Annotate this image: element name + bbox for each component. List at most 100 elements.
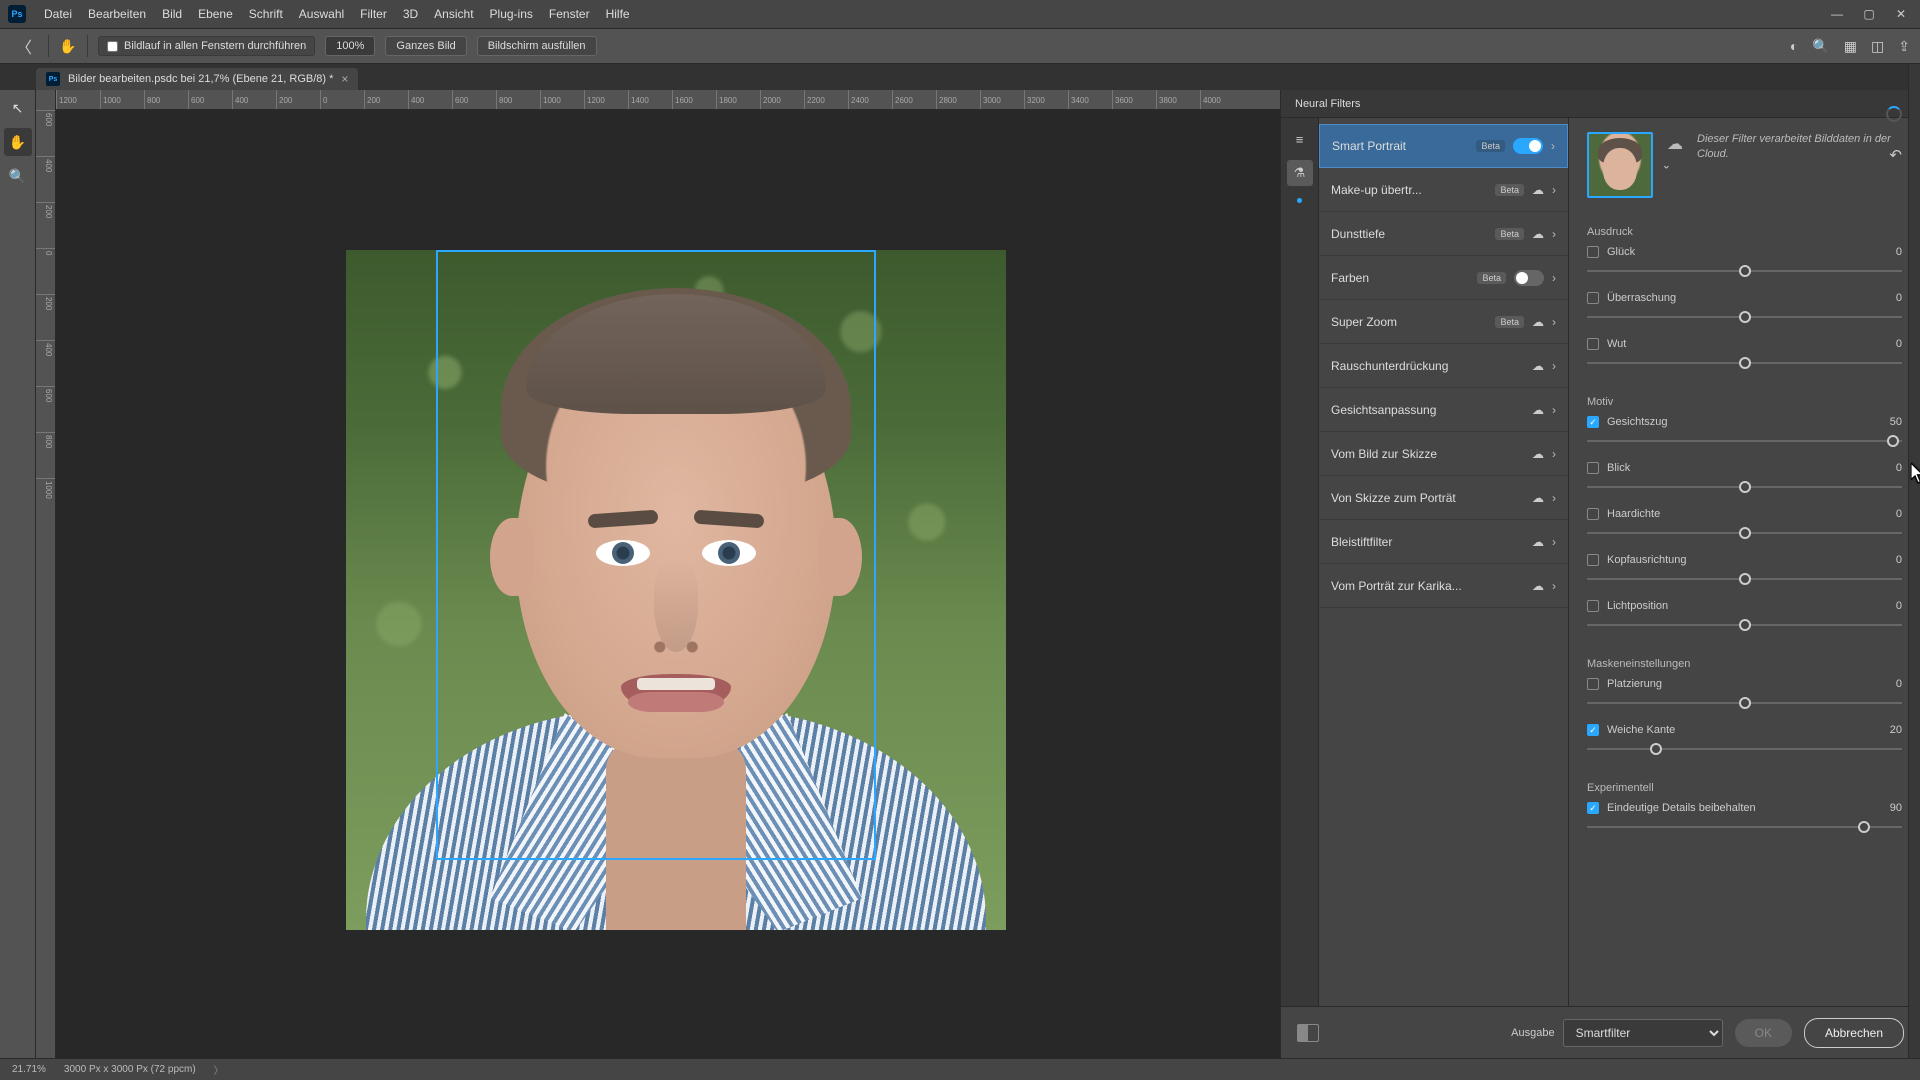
hand-tool-icon[interactable]: ✋ [59, 37, 77, 55]
menu-ebene[interactable]: Ebene [190, 7, 241, 21]
slider-checkbox[interactable] [1587, 246, 1599, 258]
face-dropdown-icon[interactable]: ⌄ [1662, 159, 1671, 172]
menu-plugins[interactable]: Plug-ins [482, 7, 541, 21]
scroll-all-checkbox[interactable]: Bildlauf in allen Fenstern durchführen [98, 36, 315, 56]
reset-button[interactable]: ↶ [1889, 146, 1902, 164]
slider-track[interactable] [1587, 526, 1902, 540]
filter-row-4[interactable]: Super ZoomBeta☁› [1319, 300, 1568, 344]
slider-track[interactable] [1587, 480, 1902, 494]
ruler-vertical[interactable]: 60040020002004006008001000 [36, 110, 56, 1058]
filter-row-0[interactable]: Smart PortraitBeta› [1319, 124, 1568, 168]
slider-value[interactable]: 50 [1890, 416, 1902, 428]
slider-value[interactable]: 0 [1896, 292, 1902, 304]
download-icon[interactable]: ☁ [1532, 227, 1544, 241]
preview-toggle[interactable] [1297, 1024, 1319, 1042]
search-icon[interactable]: 🔍 [1812, 38, 1829, 55]
slider-track[interactable] [1587, 310, 1902, 324]
canvas[interactable] [56, 110, 1280, 1058]
slider-value[interactable]: 20 [1890, 724, 1902, 736]
slider-value[interactable]: 0 [1896, 246, 1902, 258]
slider-track[interactable] [1587, 264, 1902, 278]
download-icon[interactable]: ☁ [1532, 535, 1544, 549]
slider-value[interactable]: 0 [1896, 554, 1902, 566]
slider-thumb[interactable] [1739, 619, 1751, 631]
menu-auswahl[interactable]: Auswahl [291, 7, 352, 21]
filter-toggle[interactable] [1513, 138, 1543, 154]
filter-row-7[interactable]: Vom Bild zur Skizze☁› [1319, 432, 1568, 476]
download-icon[interactable]: ☁ [1532, 359, 1544, 373]
zoom-field[interactable]: 100% [325, 36, 375, 56]
tool-zoom[interactable]: 🔍 [4, 162, 32, 190]
tool-move[interactable]: ↖ [4, 94, 32, 122]
slider-thumb[interactable] [1739, 311, 1751, 323]
slider-thumb[interactable] [1739, 265, 1751, 277]
minimize-button[interactable]: — [1826, 7, 1848, 21]
slider-checkbox[interactable] [1587, 600, 1599, 612]
slider-track[interactable] [1587, 820, 1902, 834]
slider-thumb[interactable] [1887, 435, 1899, 447]
menu-filter[interactable]: Filter [352, 7, 395, 21]
slider-value[interactable]: 0 [1896, 508, 1902, 520]
filter-toggle[interactable] [1514, 270, 1544, 286]
slider-value[interactable]: 0 [1896, 600, 1902, 612]
fit-screen-button[interactable]: Ganzes Bild [385, 36, 466, 56]
slider-thumb[interactable] [1739, 573, 1751, 585]
workspace-icon[interactable]: ▦ [1844, 38, 1857, 55]
download-icon[interactable]: ☁ [1532, 403, 1544, 417]
fill-screen-button[interactable]: Bildschirm ausfüllen [477, 36, 597, 56]
slider-value[interactable]: 0 [1896, 678, 1902, 690]
menu-bild[interactable]: Bild [154, 7, 190, 21]
slider-checkbox[interactable]: ✓ [1587, 416, 1599, 428]
tab-featured[interactable]: ≡ [1287, 126, 1313, 152]
maximize-button[interactable]: ▢ [1858, 7, 1880, 21]
slider-checkbox[interactable] [1587, 678, 1599, 690]
slider-checkbox[interactable]: ✓ [1587, 724, 1599, 736]
menu-ansicht[interactable]: Ansicht [426, 7, 481, 21]
filter-row-2[interactable]: DunsttiefeBeta☁› [1319, 212, 1568, 256]
slider-checkbox[interactable] [1587, 554, 1599, 566]
download-icon[interactable]: ☁ [1532, 579, 1544, 593]
menu-3d[interactable]: 3D [395, 7, 426, 21]
status-zoom[interactable]: 21.71% [12, 1064, 46, 1075]
slider-thumb[interactable] [1858, 821, 1870, 833]
slider-checkbox[interactable]: ✓ [1587, 802, 1599, 814]
ruler-origin[interactable] [36, 90, 56, 110]
slider-track[interactable] [1587, 356, 1902, 370]
download-icon[interactable]: ☁ [1532, 183, 1544, 197]
face-thumbnail[interactable] [1587, 132, 1653, 198]
filter-row-8[interactable]: Von Skizze zum Porträt☁› [1319, 476, 1568, 520]
filter-row-3[interactable]: FarbenBeta› [1319, 256, 1568, 300]
download-icon[interactable]: ☁ [1532, 447, 1544, 461]
close-button[interactable]: ✕ [1890, 7, 1912, 21]
slider-checkbox[interactable] [1587, 338, 1599, 350]
menu-bearbeiten[interactable]: Bearbeiten [80, 7, 154, 21]
document-tab[interactable]: Ps Bilder bearbeiten.psdc bei 21,7% (Ebe… [36, 68, 358, 90]
menu-fenster[interactable]: Fenster [541, 7, 598, 21]
slider-track[interactable] [1587, 572, 1902, 586]
ruler-horizontal[interactable]: 1200100080060040020002004006008001000120… [56, 90, 1280, 110]
filter-row-1[interactable]: Make-up übertr...Beta☁› [1319, 168, 1568, 212]
tab-beta[interactable]: ⚗ [1287, 160, 1313, 186]
status-menu-icon[interactable]: 〉 [214, 1062, 224, 1077]
ok-button[interactable]: OK [1735, 1019, 1792, 1047]
cloud-status-icon[interactable]: ◐ [1790, 38, 1798, 54]
tool-hand[interactable]: ✋ [4, 128, 32, 156]
home-button[interactable]: 〈 [10, 34, 38, 58]
slider-value[interactable]: 90 [1890, 802, 1902, 814]
slider-value[interactable]: 0 [1896, 462, 1902, 474]
download-icon[interactable]: ☁ [1532, 491, 1544, 505]
slider-thumb[interactable] [1650, 743, 1662, 755]
menu-schrift[interactable]: Schrift [241, 7, 291, 21]
slider-checkbox[interactable] [1587, 508, 1599, 520]
slider-track[interactable] [1587, 618, 1902, 632]
slider-track[interactable] [1587, 696, 1902, 710]
slider-checkbox[interactable] [1587, 292, 1599, 304]
slider-thumb[interactable] [1739, 357, 1751, 369]
slider-thumb[interactable] [1739, 697, 1751, 709]
slider-thumb[interactable] [1739, 527, 1751, 539]
filter-row-5[interactable]: Rauschunterdrückung☁› [1319, 344, 1568, 388]
output-select[interactable]: Smartfilter [1563, 1019, 1723, 1047]
slider-track[interactable] [1587, 742, 1902, 756]
slider-checkbox[interactable] [1587, 462, 1599, 474]
cancel-button[interactable]: Abbrechen [1804, 1018, 1904, 1048]
